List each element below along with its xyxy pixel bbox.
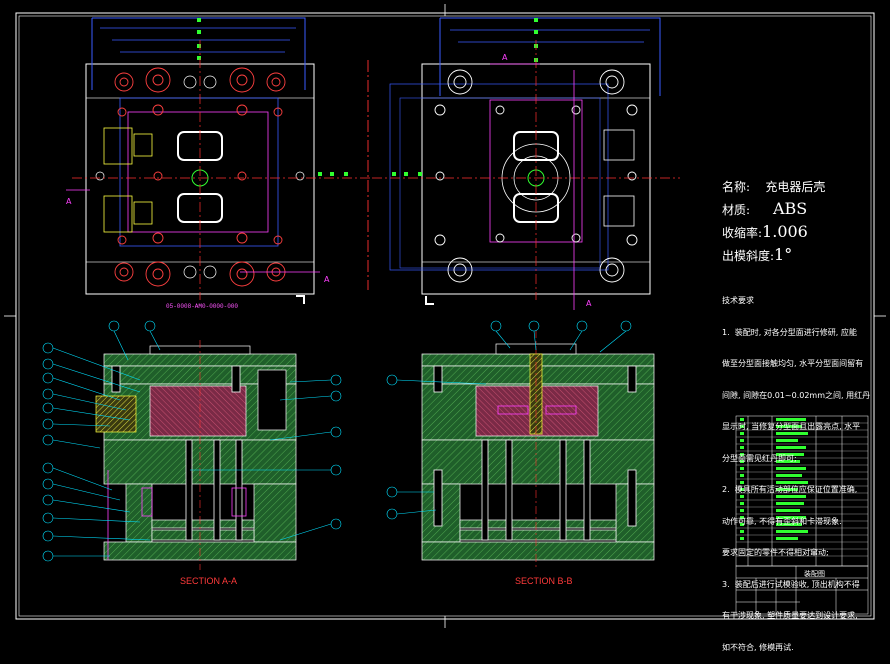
part-name-row: 名称: 充电器后壳	[722, 176, 825, 198]
section-marker-a2: A	[324, 275, 330, 284]
section-b-b-view	[421, 330, 655, 570]
tech-req-line: 做至分型面接触均匀, 水平分型面间留有	[722, 359, 864, 368]
part-number: 05-0008-AM0-0000-000	[166, 303, 239, 310]
tech-req-line: 1. 装配时, 对各分型面进行修研, 应能	[722, 327, 857, 337]
draft-row: 出模斜度:1°	[722, 244, 825, 267]
tech-req-line: 显示时, 当修复分型面且出露亮点, 水平	[722, 422, 861, 431]
technical-requirements: 技术要求 1. 装配时, 对各分型面进行修研, 应能 做至分型面接触均匀, 水平…	[722, 275, 870, 664]
title-block-caption: 装配图	[804, 570, 825, 578]
section-marker-a3: A	[502, 53, 508, 62]
draft-label: 出模斜度:	[722, 249, 775, 263]
material-row: 材质: ABS	[722, 198, 825, 221]
tech-req-line: 要求固定的零件不得相对窜动;	[722, 548, 829, 557]
part-name-label: 名称:	[722, 180, 751, 194]
section-b-label: SECTION B-B	[515, 576, 573, 586]
tech-req-line: 有干涉现象, 塑件质量要达到设计要求,	[722, 611, 858, 620]
tech-req-line: 3. 装配后进行试模验收, 顶出机构不得	[722, 579, 860, 589]
tech-req-line: 动作可靠, 不得有歪斜和卡滞现象.	[722, 516, 842, 526]
tech-req-line: 2. 模具所有活动部位应保证位置准确,	[722, 485, 858, 494]
tech-req-line: 如不符合, 修模再试.	[722, 642, 794, 652]
shrink-value: 1.006	[762, 222, 808, 241]
section-marker-a1: A	[66, 197, 72, 206]
section-a-a-view	[95, 340, 297, 570]
tech-req-title: 技术要求	[722, 296, 754, 305]
material-label: 材质:	[722, 203, 751, 217]
plan-view-moving-half	[66, 17, 370, 304]
draft-value: 1°	[774, 245, 793, 264]
shrink-row: 收缩率:1.006	[722, 221, 825, 244]
plan-view-fixed-half	[372, 17, 680, 310]
part-properties: 名称: 充电器后壳 材质: ABS 收缩率:1.006 出模斜度:1°	[722, 176, 825, 267]
material-value: ABS	[772, 199, 808, 218]
tech-req-line: 分型面需见红丹即可;	[722, 453, 797, 463]
section-a-label: SECTION A-A	[180, 576, 238, 586]
part-name-value: 充电器后壳	[765, 180, 826, 194]
shrink-label: 收缩率:	[722, 226, 763, 240]
tech-req-line: 间隙, 间隙在0.01~0.02mm之间, 用红丹	[722, 390, 871, 400]
section-marker-a4: A	[586, 299, 592, 308]
